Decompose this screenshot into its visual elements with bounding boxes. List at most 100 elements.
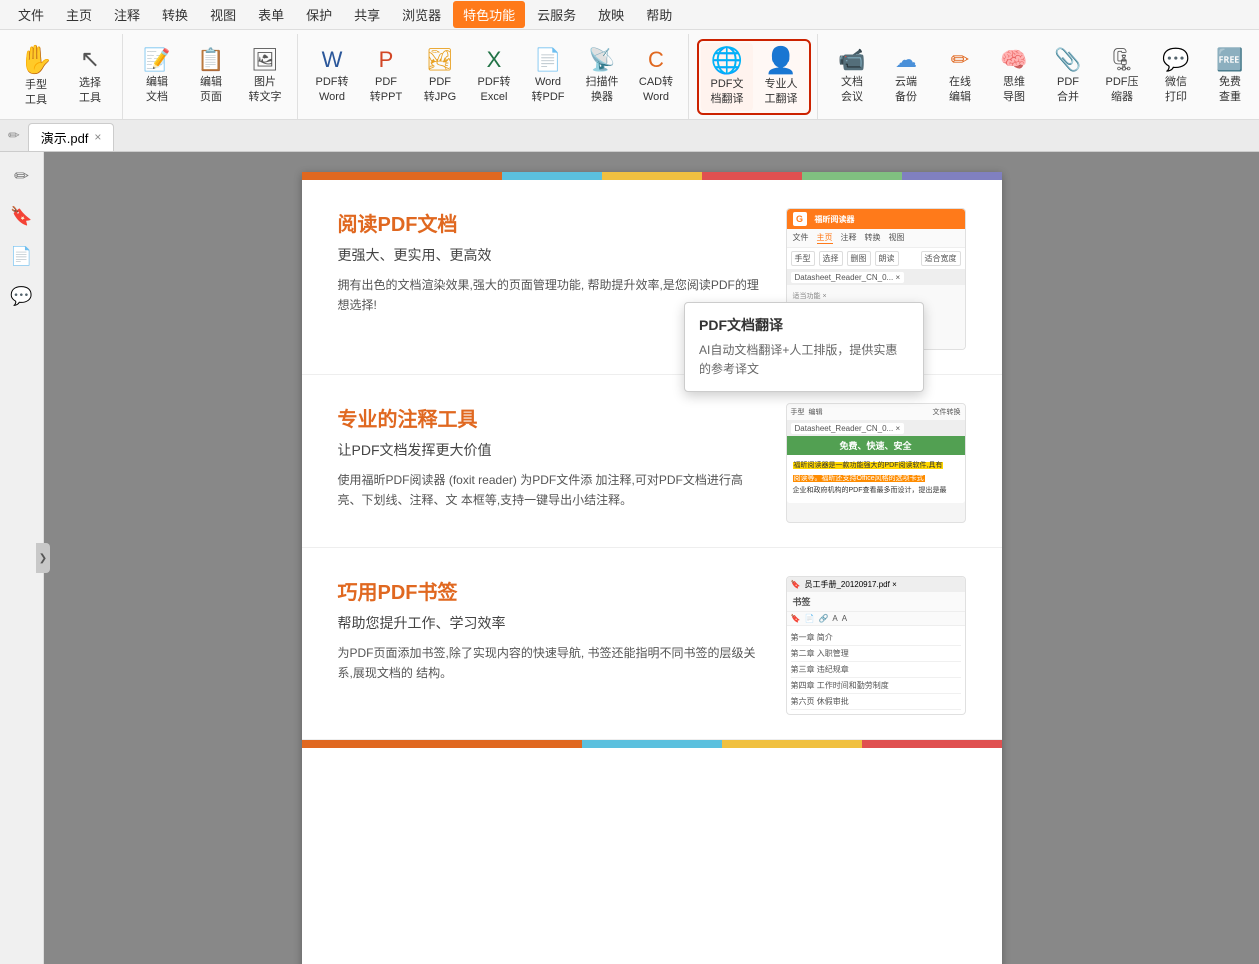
img-to-text-icon: 🖼 — [251, 49, 279, 71]
hand-tool-button[interactable]: ✋ 手型工具 — [10, 42, 62, 111]
pdf-to-excel-button[interactable]: X PDF转Excel — [468, 43, 520, 111]
edit-page-button[interactable]: 📋 编辑页面 — [185, 43, 237, 111]
mindmap-label: 思维导图 — [1003, 75, 1025, 104]
tooltip-description: AI自动文档翻译+人工排版，提供实惠的参考译文 — [699, 341, 909, 379]
mini-bm-tab-bar: 🔖 员工手册_20120917.pdf × — [787, 577, 965, 592]
pdf-content: 阅读PDF文档 更强大、更实用、更高效 拥有出色的文档渲染效果,强大的页面管理功… — [302, 172, 1002, 748]
mini-annot-line2: 阅读等。福昕还支持Office风格的选项卡式 — [793, 474, 959, 485]
word-to-pdf-button[interactable]: 📄 Word转PDF — [522, 43, 574, 111]
online-edit-icon: ✏ — [951, 49, 969, 71]
bottom-stripe-blue — [582, 740, 722, 748]
mini-bm-tool1: 🔖 — [791, 614, 801, 623]
menu-item-cloud[interactable]: 云服务 — [527, 1, 586, 28]
pdf-section-annotation: 专业的注释工具 让PDF文档发挥更大价值 使用福昕PDF阅读器 (foxit r… — [302, 375, 1002, 548]
pdf-compress-button[interactable]: 🗜 PDF压缩器 — [1096, 43, 1148, 111]
menu-item-convert[interactable]: 转换 — [152, 1, 198, 28]
main-area: ✏ 🔖 📄 💬 ❯ PDF文档翻译 AI自动文档翻译+人工排版，提供实惠的参考译… — [0, 152, 1259, 964]
menu-item-browser[interactable]: 浏览器 — [392, 1, 451, 28]
menu-item-special[interactable]: 特色功能 — [453, 1, 525, 28]
pdf-merge-button[interactable]: 📎 PDF合并 — [1042, 43, 1094, 111]
mini-annot-content: 福昕阅读器是一款功能强大的PDF阅读软件,具有 阅读等。福昕还支持Office风… — [787, 455, 965, 503]
scan-converter-button[interactable]: 📡 扫描件换器 — [576, 43, 628, 111]
pdf-document-page: 阅读PDF文档 更强大、更实用、更高效 拥有出色的文档渲染效果,强大的页面管理功… — [302, 172, 1002, 964]
tooltip-popup: PDF文档翻译 AI自动文档翻译+人工排版，提供实惠的参考译文 — [684, 302, 924, 392]
menu-item-form[interactable]: 表单 — [248, 1, 294, 28]
mini-annot-toolbar: 手型 编辑 文件转换 — [787, 404, 965, 421]
pdf-translate-label: PDF文档翻译 — [711, 77, 744, 106]
cloud-backup-button[interactable]: ☁ 云端备份 — [880, 43, 932, 111]
cad-to-word-button[interactable]: C CAD转Word — [630, 43, 682, 111]
mini-bm-section-title: 书签 — [787, 592, 965, 612]
cad-icon: C — [648, 49, 664, 71]
pdf-to-ppt-label: PDF转PPT — [370, 75, 402, 104]
sidebar: ✏ 🔖 📄 💬 ❯ — [0, 152, 44, 964]
pdf-compress-label: PDF压缩器 — [1106, 75, 1139, 104]
online-edit-button[interactable]: ✏ 在线编辑 — [934, 43, 986, 111]
human-translate-label: 专业人工翻译 — [765, 77, 798, 106]
mini-bm-item-4: 第四章 工作时间和勤劳制度 — [791, 678, 961, 694]
menu-item-protect[interactable]: 保护 — [296, 1, 342, 28]
sidebar-icon-edit[interactable]: ✏ — [6, 160, 38, 192]
mini-bm-item2-label: 第二章 入职管理 — [791, 649, 849, 658]
sidebar-icon-comments[interactable]: 💬 — [6, 280, 38, 312]
mindmap-button[interactable]: 🧠 思维导图 — [988, 43, 1040, 111]
mini-bm-item3-label: 第三章 违纪规章 — [791, 665, 849, 674]
pdf-to-ppt-button[interactable]: P PDF转PPT — [360, 43, 412, 111]
menu-item-play[interactable]: 放映 — [588, 1, 634, 28]
pdf-to-word-button[interactable]: W PDF转Word — [306, 43, 358, 111]
pdf-to-excel-label: PDF转Excel — [478, 75, 511, 104]
sidebar-icon-bookmark[interactable]: 🔖 — [6, 200, 38, 232]
hand-icon: ✋ — [19, 46, 54, 74]
wechat-icon: 💬 — [1162, 49, 1189, 71]
free-check-button[interactable]: 🆓 免费查重 — [1204, 43, 1256, 111]
pdf-to-excel-icon: X — [487, 49, 502, 71]
tab-label: 演示.pdf — [41, 128, 89, 147]
doc-meeting-button[interactable]: 📹 文档会议 — [826, 43, 878, 111]
mini-menu-file: 文件 — [793, 232, 809, 244]
mini-bm-item5-label: 第六页 休假审批 — [791, 697, 849, 706]
select-tool-label: 选择工具 — [79, 76, 101, 105]
tab-close-button[interactable]: × — [94, 130, 101, 144]
mini-menu-annot: 注释 — [841, 232, 857, 244]
menu-item-home[interactable]: 主页 — [56, 1, 102, 28]
menu-item-annotate[interactable]: 注释 — [104, 1, 150, 28]
mini-bm-toolbar: 🔖 📄 🔗 A A — [787, 612, 965, 626]
tab-demo-pdf[interactable]: 演示.pdf × — [28, 123, 115, 151]
select-tool-button[interactable]: ↖ 选择工具 — [64, 43, 116, 111]
mini-bm-tab: 员工手册_20120917.pdf × — [804, 579, 896, 590]
mini-annot-hand: 手型 — [791, 407, 805, 417]
sidebar-collapse-button[interactable]: ❯ — [36, 543, 50, 573]
stripe-orange — [302, 172, 502, 180]
menu-bar: 文件 主页 注释 转换 视图 表单 保护 共享 浏览器 特色功能 云服务 放映 … — [0, 0, 1259, 30]
menu-item-view[interactable]: 视图 — [200, 1, 246, 28]
mini-annot-status: 免费、快速、安全 — [787, 436, 965, 455]
edit-doc-button[interactable]: 📝 编辑文档 — [131, 43, 183, 111]
mindmap-icon: 🧠 — [1000, 49, 1027, 71]
mini-bm-item-1: 第一章 简介 — [791, 630, 961, 646]
pdf-translate-button[interactable]: 🌐 PDF文档翻译 — [701, 43, 753, 111]
mini-menu-view: 视图 — [889, 232, 905, 244]
mini-bm-item4-label: 第四章 工作时间和勤劳制度 — [791, 681, 889, 690]
menu-item-file[interactable]: 文件 — [8, 1, 54, 28]
img-to-text-button[interactable]: 🖼 图片转文字 — [239, 43, 291, 111]
human-translate-button[interactable]: 👤 专业人工翻译 — [755, 43, 807, 111]
wechat-print-button[interactable]: 💬 微信打印 — [1150, 43, 1202, 111]
cad-label: CAD转Word — [639, 75, 673, 104]
menu-item-share[interactable]: 共享 — [344, 1, 390, 28]
pdf-to-jpg-button[interactable]: 🏞 PDF转JPG — [414, 43, 466, 111]
img-to-text-label: 图片转文字 — [249, 75, 282, 104]
pdf-to-ppt-icon: P — [379, 49, 394, 71]
bottom-stripe-orange — [302, 740, 582, 748]
menu-item-help[interactable]: 帮助 — [636, 1, 682, 28]
mini-menu-home: 主页 — [817, 232, 833, 244]
reading-title: 阅读PDF文档 — [338, 208, 762, 237]
mini-tool-read: 朗读 — [875, 251, 899, 266]
doc-meeting-label: 文档会议 — [841, 75, 863, 104]
tool-group-convert: W PDF转Word P PDF转PPT 🏞 PDF转JPG X PDF转Exc… — [300, 34, 689, 119]
hand-tool-label: 手型工具 — [25, 78, 47, 107]
tab-bar: ✏ 演示.pdf × — [0, 120, 1259, 152]
annotation-body: 使用福昕PDF阅读器 (foxit reader) 为PDF文件添 加注释,可对… — [338, 470, 762, 511]
sidebar-icon-pages[interactable]: 📄 — [6, 240, 38, 272]
document-area[interactable]: PDF文档翻译 AI自动文档翻译+人工排版，提供实惠的参考译文 阅读P — [44, 152, 1259, 964]
mini-content-line1: 适当功能 × — [793, 289, 959, 303]
